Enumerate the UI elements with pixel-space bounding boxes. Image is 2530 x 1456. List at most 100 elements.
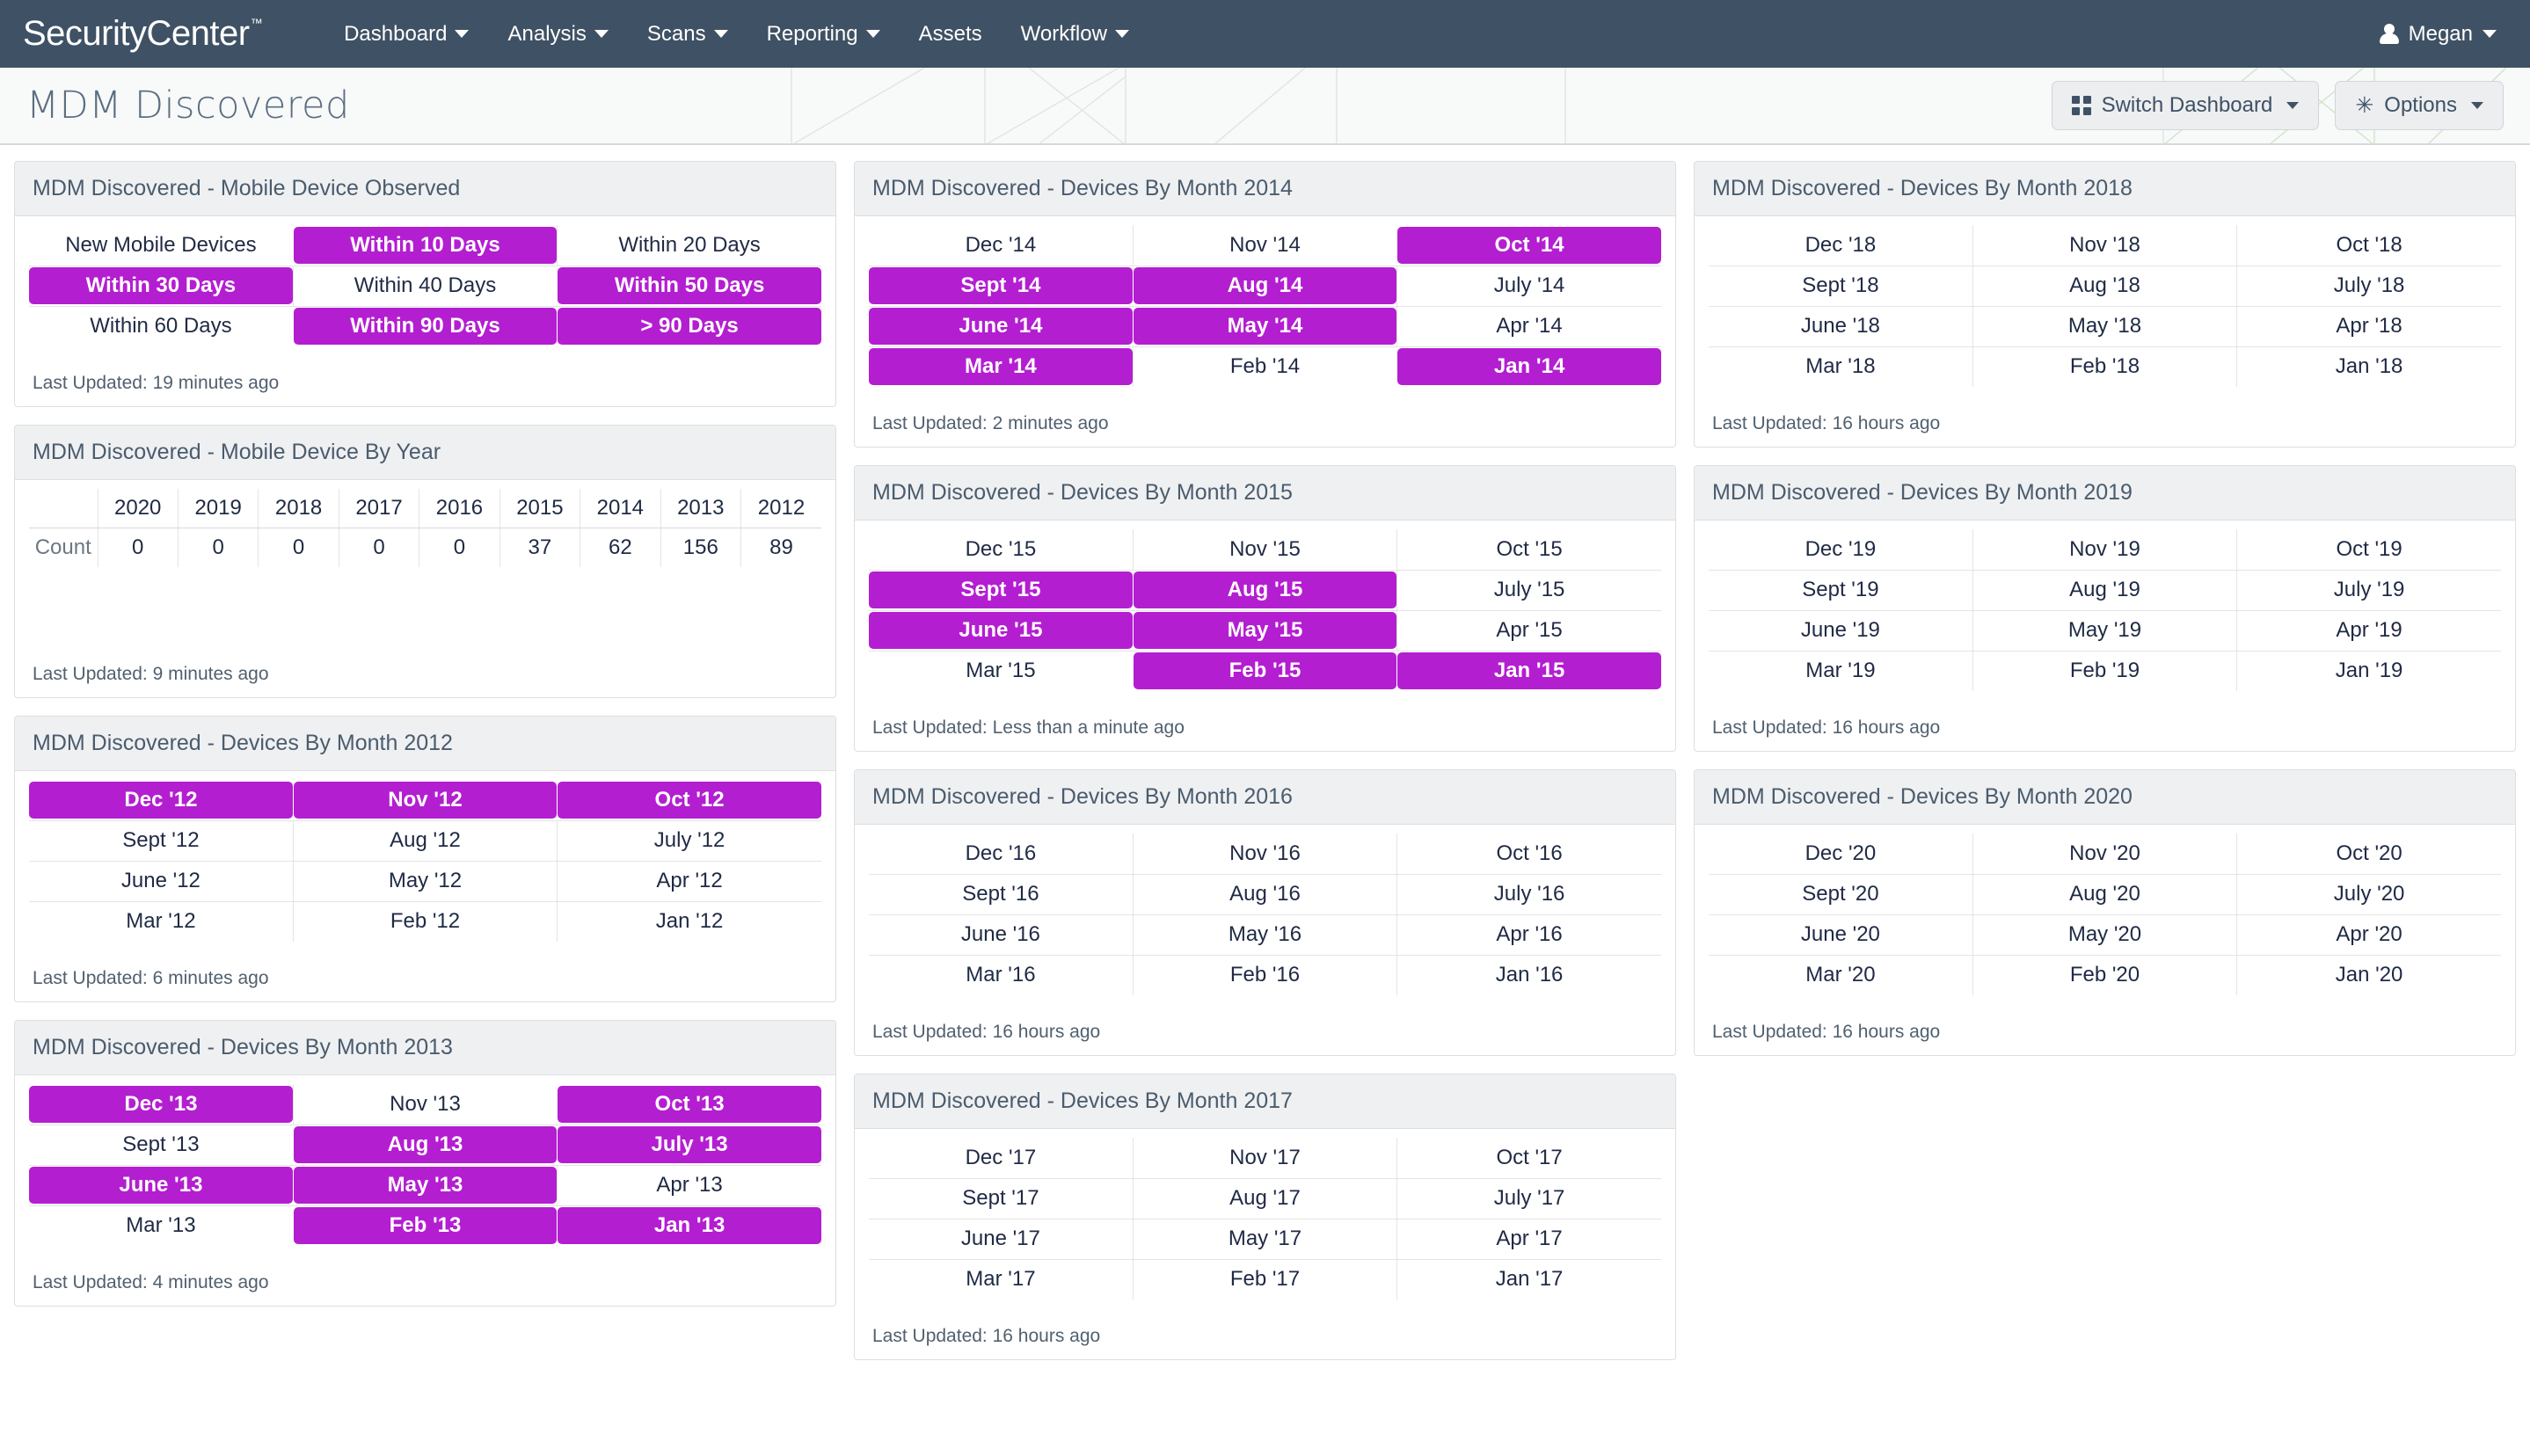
- month-cell[interactable]: Oct '20: [2236, 834, 2501, 875]
- month-cell[interactable]: Sept '17: [869, 1178, 1134, 1219]
- month-cell[interactable]: Dec '18: [1709, 225, 1973, 266]
- month-cell[interactable]: July '18: [2236, 266, 2501, 307]
- month-cell[interactable]: July '14: [1396, 266, 1661, 307]
- month-cell[interactable]: Oct '15: [1396, 529, 1661, 571]
- month-chip[interactable]: Jan '14: [1397, 348, 1661, 386]
- month-chip[interactable]: Within 50 Days: [558, 267, 821, 304]
- month-chip[interactable]: Mar '14: [869, 348, 1133, 386]
- month-cell[interactable]: Feb '16: [1132, 955, 1397, 995]
- month-cell[interactable]: May '16: [1132, 914, 1397, 956]
- month-cell[interactable]: Nov '14: [1132, 225, 1397, 266]
- month-cell-highlighted[interactable]: May '14: [1133, 306, 1397, 347]
- count-cell[interactable]: 37: [499, 528, 580, 567]
- month-chip[interactable]: July '13: [558, 1126, 821, 1163]
- month-cell[interactable]: Aug '12: [292, 820, 558, 862]
- month-cell-highlighted[interactable]: Sept '14: [869, 266, 1134, 307]
- month-cell-highlighted[interactable]: June '13: [29, 1165, 294, 1206]
- month-cell-highlighted[interactable]: Aug '15: [1133, 570, 1397, 611]
- month-cell[interactable]: July '20: [2236, 874, 2501, 915]
- month-cell[interactable]: Mar '15: [869, 651, 1133, 691]
- month-cell[interactable]: Jan '19: [2236, 651, 2501, 691]
- month-cell[interactable]: Sept '19: [1709, 570, 1973, 611]
- month-cell[interactable]: May '17: [1132, 1219, 1397, 1260]
- month-chip[interactable]: Sept '14: [869, 267, 1133, 304]
- month-chip[interactable]: Feb '13: [293, 1207, 558, 1245]
- month-cell[interactable]: Within 40 Days: [292, 266, 558, 307]
- month-cell[interactable]: July '19: [2236, 570, 2501, 611]
- month-chip[interactable]: June '13: [29, 1167, 293, 1204]
- month-chip[interactable]: Dec '13: [29, 1085, 293, 1123]
- month-cell-highlighted[interactable]: Feb '13: [293, 1205, 558, 1246]
- month-chip[interactable]: Nov '12: [293, 781, 558, 819]
- month-cell-highlighted[interactable]: Jan '15: [1397, 651, 1661, 691]
- month-cell-highlighted[interactable]: Within 10 Days: [293, 225, 558, 266]
- switch-dashboard-button[interactable]: Switch Dashboard: [2051, 81, 2320, 130]
- month-cell-highlighted[interactable]: > 90 Days: [558, 306, 821, 346]
- month-chip[interactable]: Jan '15: [1397, 652, 1661, 690]
- user-menu[interactable]: Megan: [2373, 0, 2504, 68]
- month-chip[interactable]: Oct '14: [1397, 226, 1661, 264]
- month-cell[interactable]: Jan '12: [557, 901, 821, 942]
- year-column-header[interactable]: 2014: [580, 489, 661, 528]
- month-cell[interactable]: Oct '17: [1396, 1138, 1661, 1179]
- month-cell[interactable]: Nov '20: [1972, 834, 2237, 875]
- month-cell-highlighted[interactable]: Dec '13: [29, 1084, 294, 1125]
- month-cell[interactable]: July '12: [557, 820, 821, 862]
- month-cell[interactable]: July '17: [1396, 1178, 1661, 1219]
- month-cell[interactable]: June '19: [1709, 610, 1973, 652]
- month-chip[interactable]: Aug '14: [1133, 267, 1397, 304]
- month-cell[interactable]: Aug '17: [1132, 1178, 1397, 1219]
- month-chip[interactable]: Aug '13: [293, 1126, 558, 1163]
- month-cell[interactable]: May '19: [1972, 610, 2237, 652]
- count-cell[interactable]: 0: [177, 528, 259, 567]
- month-cell[interactable]: Aug '20: [1972, 874, 2237, 915]
- month-cell[interactable]: Mar '12: [29, 901, 293, 942]
- month-cell-highlighted[interactable]: Oct '12: [557, 780, 821, 821]
- month-cell[interactable]: Apr '16: [1396, 914, 1661, 956]
- month-cell[interactable]: July '15: [1396, 570, 1661, 611]
- month-cell[interactable]: Feb '14: [1132, 346, 1397, 387]
- month-chip[interactable]: Dec '12: [29, 781, 293, 819]
- month-cell[interactable]: Apr '19: [2236, 610, 2501, 652]
- month-cell[interactable]: Jan '18: [2236, 346, 2501, 387]
- nav-item-reporting[interactable]: Reporting: [747, 0, 900, 68]
- month-chip[interactable]: Sept '15: [869, 571, 1133, 608]
- month-cell[interactable]: May '20: [1972, 914, 2237, 956]
- count-cell[interactable]: 0: [97, 528, 179, 567]
- month-cell[interactable]: Jan '20: [2236, 955, 2501, 995]
- year-column-header[interactable]: 2018: [258, 489, 339, 528]
- year-column-header[interactable]: 2020: [97, 489, 179, 528]
- month-cell[interactable]: May '18: [1972, 306, 2237, 347]
- month-cell[interactable]: Mar '13: [29, 1205, 293, 1246]
- month-chip[interactable]: Within 90 Days: [293, 308, 558, 346]
- month-chip[interactable]: Aug '15: [1133, 571, 1397, 608]
- month-cell[interactable]: Nov '13: [292, 1084, 558, 1125]
- month-cell[interactable]: Aug '16: [1132, 874, 1397, 915]
- month-cell[interactable]: New Mobile Devices: [29, 225, 294, 266]
- month-cell-highlighted[interactable]: Dec '12: [29, 780, 294, 821]
- month-chip[interactable]: June '14: [869, 308, 1133, 345]
- month-cell[interactable]: Nov '18: [1972, 225, 2237, 266]
- month-cell-highlighted[interactable]: June '15: [869, 610, 1134, 652]
- month-chip[interactable]: May '14: [1133, 308, 1397, 345]
- month-cell[interactable]: June '20: [1709, 914, 1973, 956]
- month-cell[interactable]: June '16: [869, 914, 1134, 956]
- month-cell[interactable]: Dec '19: [1709, 529, 1973, 571]
- count-cell[interactable]: 62: [580, 528, 661, 567]
- month-cell[interactable]: Sept '18: [1709, 266, 1973, 307]
- month-cell-highlighted[interactable]: May '15: [1133, 610, 1397, 652]
- month-cell[interactable]: Dec '17: [869, 1138, 1134, 1179]
- nav-item-dashboard[interactable]: Dashboard: [324, 0, 488, 68]
- month-cell-highlighted[interactable]: Aug '14: [1133, 266, 1397, 307]
- count-cell[interactable]: 0: [419, 528, 500, 567]
- month-cell[interactable]: Mar '17: [869, 1259, 1133, 1299]
- month-cell[interactable]: Aug '19: [1972, 570, 2237, 611]
- month-cell[interactable]: May '12: [292, 861, 558, 902]
- nav-item-scans[interactable]: Scans: [628, 0, 747, 68]
- month-cell[interactable]: Apr '13: [557, 1165, 821, 1206]
- month-cell[interactable]: Oct '16: [1396, 834, 1661, 875]
- month-cell[interactable]: Oct '18: [2236, 225, 2501, 266]
- month-cell[interactable]: Sept '20: [1709, 874, 1973, 915]
- month-cell[interactable]: Within 60 Days: [29, 306, 293, 346]
- month-cell[interactable]: Dec '15: [869, 529, 1134, 571]
